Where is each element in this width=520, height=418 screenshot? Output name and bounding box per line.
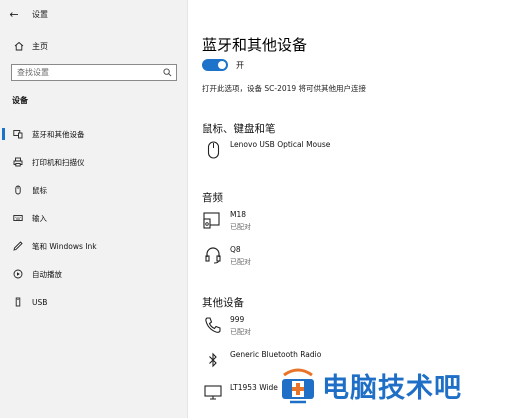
sidebar-item-autoplay[interactable]: 自动播放 (0, 260, 188, 288)
device-item[interactable]: Lenovo USB Optical Mouse (202, 139, 330, 161)
search-input[interactable]: 查找设置 (11, 64, 177, 81)
device-item[interactable]: LT1953 Wide (202, 382, 278, 404)
sidebar-item-label: 鼠标 (32, 185, 47, 195)
sidebar-item-label: 蓝牙和其他设备 (32, 129, 85, 139)
home-label: 主页 (32, 41, 48, 51)
device-name: Generic Bluetooth Radio (230, 350, 322, 359)
sidebar-item-label: 输入 (32, 213, 47, 223)
bluetooth-icon (202, 349, 224, 371)
bluetooth-devices-icon (12, 129, 24, 139)
usb-icon (12, 297, 24, 307)
sidebar-item-typing[interactable]: 输入 (0, 204, 188, 232)
mouse-icon (12, 185, 24, 195)
home-nav-item[interactable]: 主页 (0, 36, 188, 56)
page-title: 蓝牙和其他设备 (202, 36, 308, 54)
bluetooth-toggle-row: 开 (202, 59, 244, 71)
app-title: 设置 (32, 9, 48, 19)
speaker-phone-icon (202, 209, 224, 231)
sidebar-item-label: 自动播放 (32, 269, 62, 279)
sidebar-item-label: USB (32, 297, 48, 307)
monitor-icon (202, 382, 224, 404)
sidebar: ← 设置 主页 查找设置 设备 蓝牙和其他设备 打印机和扫描仪 鼠标 输入 笔和… (0, 0, 188, 418)
watermark: 电脑技术吧 (278, 366, 462, 405)
title-bar: ← 设置 (0, 0, 188, 28)
device-name: Lenovo USB Optical Mouse (230, 140, 331, 149)
toggle-state-label: 开 (236, 60, 244, 70)
group-title-audio: 音频 (202, 192, 223, 204)
autoplay-icon (12, 269, 24, 279)
keyboard-icon (12, 213, 24, 223)
sidebar-nav: 蓝牙和其他设备 打印机和扫描仪 鼠标 输入 笔和 Windows Ink 自动播… (0, 120, 188, 316)
back-arrow-icon: ← (9, 7, 19, 21)
toggle-knob (218, 61, 226, 69)
watermark-text: 电脑技术吧 (322, 373, 462, 404)
home-icon (12, 41, 26, 51)
device-name: LT1953 Wide (230, 383, 278, 392)
device-item[interactable]: 999 已配对 (202, 314, 251, 337)
mouse-icon (202, 139, 224, 161)
printer-icon (12, 157, 24, 167)
sidebar-item-usb[interactable]: USB (0, 288, 188, 316)
group-title-mouse-keyboard-pen: 鼠标、键盘和笔 (202, 123, 276, 135)
search-placeholder: 查找设置 (17, 68, 49, 77)
sidebar-item-label: 笔和 Windows Ink (32, 241, 97, 251)
device-status: 已配对 (230, 328, 251, 336)
back-button[interactable]: ← (0, 0, 28, 28)
phone-icon (202, 314, 224, 336)
device-item[interactable]: M18 已配对 (202, 209, 251, 232)
headset-icon (202, 244, 224, 266)
sidebar-item-bluetooth[interactable]: 蓝牙和其他设备 (0, 120, 188, 148)
discoverable-description: 打开此选项，设备 SC-2019 将可供其他用户连接 (202, 84, 367, 93)
search-icon (158, 68, 176, 77)
device-name: 999 (230, 315, 245, 324)
sidebar-item-label: 打印机和扫描仪 (32, 157, 85, 167)
sidebar-item-pen[interactable]: 笔和 Windows Ink (0, 232, 188, 260)
group-title-other-devices: 其他设备 (202, 297, 244, 309)
device-status: 已配对 (230, 258, 251, 266)
bluetooth-toggle[interactable] (202, 59, 228, 71)
section-label-devices: 设备 (12, 96, 28, 105)
device-item[interactable]: Q8 已配对 (202, 244, 251, 267)
sidebar-item-printers[interactable]: 打印机和扫描仪 (0, 148, 188, 176)
sidebar-item-mouse[interactable]: 鼠标 (0, 176, 188, 204)
pen-icon (12, 241, 24, 251)
device-status: 已配对 (230, 223, 251, 231)
device-name: M18 (230, 210, 247, 219)
device-name: Q8 (230, 245, 241, 254)
main-content: 蓝牙和其他设备 开 打开此选项，设备 SC-2019 将可供其他用户连接 鼠标、… (188, 0, 520, 418)
watermark-logo-icon (278, 367, 318, 405)
